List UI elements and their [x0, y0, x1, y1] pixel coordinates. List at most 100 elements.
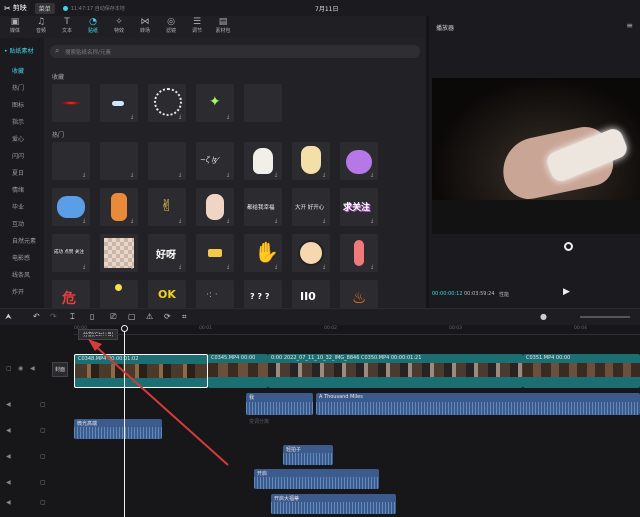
sticker-tile[interactable]: ⤓: [100, 188, 138, 226]
undo-icon[interactable]: ↶: [33, 312, 40, 321]
adjust-icon: ☰: [192, 17, 202, 27]
download-icon: ⤓: [179, 172, 182, 178]
sticker-catalog: ⌕ 搜索贴纸名称/元素 收藏 ⤓ ⤓ ✦ ⤓ 热门 ⤓ ⤓ ⤓ ~ζ ɮ⁄ ⤓ …: [44, 38, 426, 308]
nav-item-pointer[interactable]: 指示: [12, 117, 24, 126]
sticker-tile[interactable]: ⤓: [292, 234, 330, 272]
sticker-tile[interactable]: ✌ ⤓: [148, 188, 186, 226]
effects-icon: ✧: [115, 17, 123, 27]
sticker-icon: ◔: [89, 17, 97, 27]
nav-item-line-style[interactable]: 线条风: [12, 270, 30, 279]
yellow-dot-sticker: [115, 284, 122, 291]
sticker-tile[interactable]: OK: [148, 280, 186, 308]
sticker-tile[interactable]: ·: ·: [196, 280, 234, 308]
tab-package[interactable]: ▤ 素材包: [210, 17, 236, 37]
tab-adjust[interactable]: ☰ 调节: [184, 17, 210, 37]
sticker-tile[interactable]: ⤓: [100, 84, 138, 122]
sticker-tile[interactable]: 都给我幸福 ⤓: [244, 188, 282, 226]
nav-item-favorites[interactable]: 收藏: [12, 66, 24, 75]
sticker-tile[interactable]: ⤓: [244, 142, 282, 180]
sticker-tile[interactable]: ⤓: [100, 234, 138, 272]
mic-icon[interactable]: ●: [540, 312, 547, 321]
player-time-total: 00:03:59:24: [464, 291, 495, 297]
tab-media[interactable]: ▣ 媒体: [2, 17, 28, 37]
nav-item-icons[interactable]: 图标: [12, 100, 24, 109]
dancing-character-sticker: [111, 193, 127, 221]
tab-audio[interactable]: ♫ 音频: [28, 17, 54, 37]
crop-icon[interactable]: ⌗: [182, 312, 187, 322]
sticker-tile[interactable]: ⤓: [100, 142, 138, 180]
script-text-sticker: 都给我幸福: [247, 205, 275, 211]
sticker-tile[interactable]: ~ζ ɮ⁄ ⤓: [196, 142, 234, 180]
sticker-tile[interactable]: ✋ ⤓: [244, 234, 282, 272]
sticker-tile[interactable]: ⤓: [148, 142, 186, 180]
tab-transition[interactable]: ⋈ 转场: [132, 17, 158, 37]
tab-effects[interactable]: ✧ 特效: [106, 17, 132, 37]
sticker-tile[interactable]: 危: [52, 280, 90, 308]
media-icon: ▣: [10, 17, 20, 27]
zoom-slider[interactable]: [580, 316, 630, 318]
sticker-tile[interactable]: ⤓: [340, 142, 378, 180]
sticker-tile[interactable]: II0: [292, 280, 330, 308]
sticker-tile[interactable]: 成功 点赞 关注 ⤓: [52, 234, 90, 272]
package-icon: ▤: [218, 17, 228, 27]
rotate-icon[interactable]: ⟳: [164, 312, 171, 321]
resource-toolbar: ▣ 媒体 ♫ 音频 T 文本 ◔ 贴纸 ✧ 特效 ⋈ 转场 ◎ 滤镜 ☰ 调节 ▤ 素材包: [0, 16, 426, 38]
script-text-sticker: 大开 好开心: [295, 205, 325, 211]
menu-button[interactable]: 菜单: [34, 2, 55, 14]
sticker-tile[interactable]: 好呀 ⤓: [148, 234, 186, 272]
quality-dropdown[interactable]: 性能: [499, 291, 509, 298]
green-tag-sticker: 成功 点赞 关注: [54, 249, 84, 255]
search-box[interactable]: ⌕ 搜索贴纸名称/元素: [50, 45, 420, 58]
sticker-tile[interactable]: ? ? ?: [244, 280, 282, 308]
timeline-panel: 分割(Ctrl+B) 00:00 00:01 00:02 00:03 00:04…: [0, 325, 640, 517]
nav-item-explode[interactable]: 炸开: [12, 287, 24, 296]
sticker-tile[interactable]: [100, 280, 138, 308]
sticker-tile[interactable]: ⤓: [148, 84, 186, 122]
sticker-tile[interactable]: [52, 84, 90, 122]
split-icon[interactable]: ⌶: [70, 312, 75, 322]
sticker-tile[interactable]: ⤓: [52, 142, 90, 180]
nav-item-emotion[interactable]: 情绪: [12, 185, 24, 194]
tab-text[interactable]: T 文本: [54, 17, 80, 37]
sticker-tile[interactable]: ⤓: [292, 142, 330, 180]
sticker-tile[interactable]: ⤓: [52, 188, 90, 226]
sticker-tile[interactable]: ⤓: [196, 188, 234, 226]
warning-icon[interactable]: ⚠: [146, 312, 153, 321]
play-button[interactable]: ▶: [563, 287, 570, 297]
sticker-tile-empty[interactable]: [244, 84, 282, 122]
nav-item-interaction[interactable]: 互动: [12, 219, 24, 228]
sticker-tile[interactable]: ♨: [340, 280, 378, 308]
player-panel: 播放器 ≡ 00:00:00:12 00:03:59:24 性能 ▶: [429, 16, 640, 308]
download-icon: ⤓: [275, 264, 278, 270]
nav-item-sparkle[interactable]: 闪闪: [12, 151, 24, 160]
sticker-tile[interactable]: ✦ ⤓: [196, 84, 234, 122]
ok-sticker: OK: [158, 288, 176, 301]
nav-item-graduation[interactable]: 毕业: [12, 202, 24, 211]
search-icon: ⌕: [55, 46, 60, 55]
sticker-tile[interactable]: 求关注 ⤓: [340, 188, 378, 226]
title-bar: ✂ 剪映 菜单 11:47:17 自动保存本地 7月11日: [0, 0, 640, 16]
select-tool-icon[interactable]: ⮝: [5, 312, 12, 322]
sticker-tile[interactable]: ⤓: [340, 234, 378, 272]
nav-item-nature[interactable]: 自然元素: [12, 236, 36, 245]
delete-left-icon[interactable]: ▯: [90, 312, 94, 321]
player-menu-icon[interactable]: ≡: [626, 21, 633, 30]
sticker-tile[interactable]: ⤓: [196, 234, 234, 272]
sticker-tile[interactable]: 大开 好开心 ⤓: [292, 188, 330, 226]
playhead-indicator-icon[interactable]: [564, 242, 573, 251]
redo-icon[interactable]: ↷: [50, 312, 57, 321]
haoya-text-sticker: 好呀: [156, 250, 176, 261]
tab-filter[interactable]: ◎ 滤镜: [158, 17, 184, 37]
thumbs-up-sticker: ✌: [160, 196, 174, 215]
nav-item-hot[interactable]: 热门: [12, 83, 24, 92]
freeze-icon[interactable]: ▢: [128, 312, 136, 321]
tab-label: 文本: [61, 28, 72, 34]
nav-item-summer[interactable]: 夏日: [12, 168, 24, 177]
tab-label: 素材包: [215, 28, 231, 34]
nav-item-cinematic[interactable]: 电影感: [12, 253, 30, 262]
delete-icon[interactable]: ⎚: [110, 312, 116, 322]
audio-icon: ♫: [36, 17, 46, 27]
cartoon-face-sticker: [298, 240, 324, 266]
nav-item-heart[interactable]: 爱心: [12, 134, 24, 143]
tab-sticker[interactable]: ◔ 贴纸: [80, 17, 106, 37]
